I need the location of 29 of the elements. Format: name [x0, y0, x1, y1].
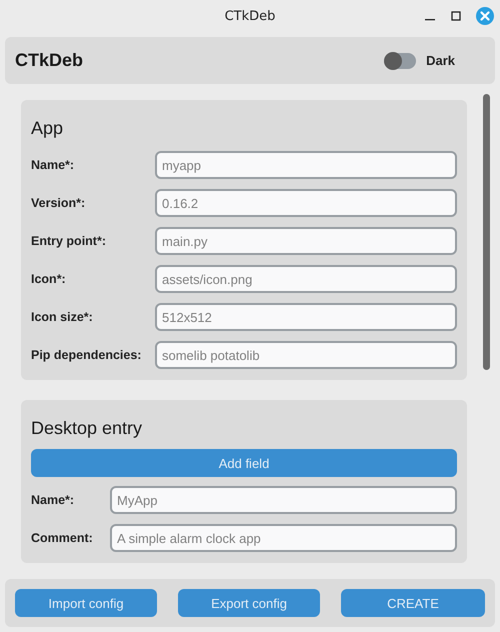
field-label: Icon size*:: [31, 310, 94, 324]
close-icon[interactable]: [476, 7, 494, 25]
input-field[interactable]: somelib potatolib: [155, 341, 457, 369]
maximize-icon[interactable]: [450, 10, 462, 22]
field-label: Pip dependencies:: [31, 348, 142, 362]
field-label: Comment:: [31, 531, 94, 545]
input-field[interactable]: main.py: [155, 227, 457, 255]
window-title: CTkDeb: [224, 8, 276, 24]
input-field[interactable]: myapp: [155, 151, 457, 179]
app-title: CTkDeb: [15, 50, 84, 71]
field-label: Name*:: [31, 158, 76, 172]
dark-mode-switch[interactable]: [384, 52, 416, 68]
field-label: Name*:: [31, 493, 76, 507]
footer-button[interactable]: CREATE: [341, 589, 485, 617]
field-label: Entry point*:: [31, 234, 107, 248]
scrollbar[interactable]: [483, 94, 490, 370]
switch-label: Dark: [426, 53, 455, 68]
field-label: Icon*:: [31, 272, 67, 286]
footer-button[interactable]: Export config: [178, 589, 320, 617]
input-field[interactable]: MyApp: [110, 486, 457, 514]
input-field[interactable]: assets/icon.png: [155, 265, 457, 293]
input-field[interactable]: 0.16.2: [155, 189, 457, 217]
field-label: Version*:: [31, 196, 86, 210]
section-title: Desktop entry: [31, 416, 144, 440]
add-field-button[interactable]: Add field: [31, 449, 457, 477]
section-title: App: [31, 116, 64, 140]
input-field[interactable]: 512x512: [155, 303, 457, 331]
input-field[interactable]: A simple alarm clock app: [110, 524, 457, 552]
footer-button[interactable]: Import config: [15, 589, 157, 617]
